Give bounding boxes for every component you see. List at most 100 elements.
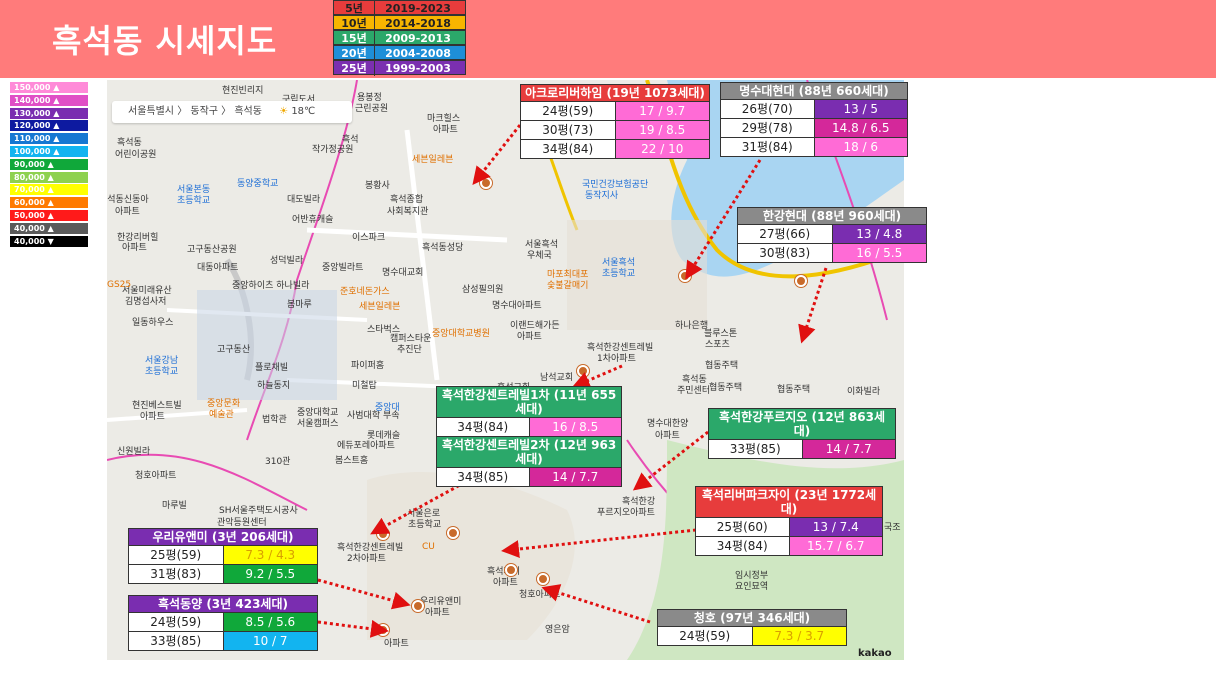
map-place-label[interactable]: 추진단: [397, 342, 422, 355]
complex-price-box[interactable]: 명수대현대 (88년 660세대) 26평(70) 13 / 5 29평(78) 14.…: [720, 82, 908, 157]
map-place-label[interactable]: 요인묘역: [735, 579, 768, 592]
map-place-label[interactable]: 국조: [884, 520, 901, 533]
map-place-label[interactable]: 봉황사: [365, 178, 390, 191]
map-place-label[interactable]: 중앙빌라트: [322, 260, 363, 273]
map-place-label[interactable]: 청호아파트: [135, 468, 176, 481]
complex-price-box[interactable]: 청호 (97년 346세대) 24평(59) 7.3 / 3.7: [657, 609, 847, 646]
map-place-label[interactable]: 삼성필의원: [462, 282, 503, 295]
map-place-label[interactable]: 협동주택: [777, 382, 810, 395]
map-place-label[interactable]: 주민센터: [677, 383, 710, 396]
map-poi-label[interactable]: 동양중학교: [237, 176, 278, 189]
complex-price-box[interactable]: 흑석리버파크자이 (23년 1772세대) 25평(60) 13 / 7.4 34평(…: [695, 486, 883, 556]
map-place-label[interactable]: 봄스트홈: [335, 453, 368, 466]
map-place-label[interactable]: 아파트: [425, 605, 450, 618]
map-place-label[interactable]: 사회복지관: [387, 204, 428, 217]
complex-price-box[interactable]: 흑석동양 (3년 423세대) 24평(59) 8.5 / 5.6 33평(85) 10…: [128, 595, 318, 651]
apartment-pin-icon[interactable]: [447, 527, 459, 539]
map-place-label[interactable]: 이스파크: [352, 230, 385, 243]
map-place-label[interactable]: 아파트: [493, 575, 518, 588]
map-place-label[interactable]: 서울캠퍼스: [297, 416, 338, 429]
apartment-pin-icon[interactable]: [537, 573, 549, 585]
complex-price-box[interactable]: 아크로리버하임 (19년 1073세대) 24평(59) 17 / 9.7 30평(7…: [520, 84, 710, 159]
map-place-label[interactable]: 아파트: [384, 636, 409, 649]
map-place-label[interactable]: 미철탑: [352, 378, 377, 391]
map-place-label[interactable]: 2차아파트: [347, 551, 386, 564]
map-store-label[interactable]: 중앙대학교병원: [432, 326, 490, 339]
map-place-label[interactable]: 아파트: [433, 122, 458, 135]
breadcrumb-dong[interactable]: 흑석동: [234, 106, 262, 117]
map-place-label[interactable]: 스포츠: [705, 337, 730, 350]
breadcrumb[interactable]: 서울특별시 〉 동작구 〉 흑석동 ☀ 18℃: [112, 101, 352, 123]
map-place-label[interactable]: 대도빌라: [287, 192, 320, 205]
complex-price-box[interactable]: 한강현대 (88년 960세대) 27평(66) 13 / 4.8 30평(83) 16…: [737, 207, 927, 263]
map-place-label[interactable]: 1차아파트: [597, 351, 636, 364]
map-place-label[interactable]: 하늘동지: [257, 378, 290, 391]
map-place-label[interactable]: 어린이공원: [115, 147, 156, 160]
apartment-pin-icon[interactable]: [480, 177, 492, 189]
map-place-label[interactable]: 성덕빌라: [270, 253, 303, 266]
map-place-label[interactable]: 법학관: [262, 412, 287, 425]
map-place-label[interactable]: 아파트: [140, 409, 165, 422]
map-place-label[interactable]: SH서울주택도시공사: [219, 503, 298, 516]
map-place-label[interactable]: 근린공원: [355, 101, 388, 114]
map-place-label[interactable]: 에듀포레아파트: [337, 438, 395, 451]
map-store-label[interactable]: 숯불갈매기: [547, 278, 588, 291]
map-place-label[interactable]: 초등학교: [408, 517, 441, 530]
map-store-label[interactable]: 예술관: [209, 407, 234, 420]
map-place-label[interactable]: 명수대교회: [382, 265, 423, 278]
map-place-label[interactable]: 플로채빌: [255, 360, 288, 373]
map-store-label[interactable]: 세븐일레븐: [412, 152, 453, 165]
map-place-label[interactable]: 청호아파트: [519, 587, 560, 600]
map-poi-label[interactable]: 동작지사: [585, 188, 618, 201]
map-place-label[interactable]: 고구동산: [217, 342, 250, 355]
apartment-pin-icon[interactable]: [577, 365, 589, 377]
complex-price-box[interactable]: 우리유앤미 (3년 206세대) 25평(59) 7.3 / 4.3 31평(83) 9…: [128, 528, 318, 584]
map-place-label[interactable]: 일동하우스: [132, 315, 173, 328]
map-place-label[interactable]: 협동주택: [705, 358, 738, 371]
map-place-label[interactable]: 남석교회: [540, 370, 573, 383]
apartment-pin-icon[interactable]: [377, 528, 389, 540]
apartment-pin-icon[interactable]: [412, 600, 424, 612]
map-place-label[interactable]: 아파트: [655, 428, 680, 441]
map-place-label[interactable]: 푸르지오아파트: [597, 505, 655, 518]
apartment-pin-icon[interactable]: [377, 624, 389, 636]
map-place-label[interactable]: 아파트: [115, 204, 140, 217]
map-place-label[interactable]: 현진빈리지: [222, 83, 263, 96]
map-place-label[interactable]: 명수대아파트: [492, 298, 542, 311]
apartment-pin-icon[interactable]: [679, 270, 691, 282]
map-place-label[interactable]: 이화빌라: [847, 384, 880, 397]
map-store-label[interactable]: CU: [422, 542, 435, 552]
map-place-label[interactable]: 신원빌라: [117, 444, 150, 457]
breadcrumb-gu[interactable]: 동작구: [190, 106, 218, 117]
complex-price-box[interactable]: 흑석한강푸르지오 (12년 863세대) 33평(85) 14 / 7.7: [708, 408, 896, 459]
breadcrumb-city[interactable]: 서울특별시: [128, 106, 174, 117]
apartment-pin-icon[interactable]: [505, 564, 517, 576]
map-place-label[interactable]: 봄마루: [287, 297, 312, 310]
map-poi-label[interactable]: 초등학교: [177, 193, 210, 206]
map-place-label[interactable]: 영은암: [545, 622, 570, 635]
complex-price-box[interactable]: 흑석한강센트레빌2차 (12년 963세대) 34평(85) 14 / 7.7: [436, 436, 622, 487]
map-poi-label[interactable]: 초등학교: [602, 266, 635, 279]
complex-price-box[interactable]: 흑석한강센트레빌1차 (11년 655세대) 34평(84) 16 / 8.5: [436, 386, 622, 437]
map-place-label[interactable]: 어반휴캐슬: [292, 212, 333, 225]
apartment-pin-icon[interactable]: [795, 275, 807, 287]
map-poi-label[interactable]: 초등학교: [145, 364, 178, 377]
map-place-label[interactable]: 작가정공원: [312, 142, 353, 155]
map-place-label[interactable]: 310관: [265, 454, 290, 467]
map-place-label[interactable]: 대동아파트: [197, 260, 238, 273]
map-place-label[interactable]: 협동주택: [709, 380, 742, 393]
map-store-label[interactable]: GS25: [107, 280, 131, 290]
map-poi-label[interactable]: 중앙대: [375, 400, 400, 413]
map-place-label[interactable]: 우체국: [527, 248, 552, 261]
map-place-label[interactable]: 파이퍼홈: [351, 358, 384, 371]
map-place-label[interactable]: 아파트: [517, 329, 542, 342]
map-place-label[interactable]: 중앙하이츠 하나빌라: [232, 278, 309, 291]
map-place-label[interactable]: 흑석동성당: [422, 240, 463, 253]
map-place-label[interactable]: 고구동산공원: [187, 242, 237, 255]
map-place-label[interactable]: 아파트: [122, 240, 147, 253]
map-store-label[interactable]: 세븐일레븐: [359, 299, 400, 312]
map-place-label[interactable]: 김명섭사저: [125, 294, 166, 307]
map-place-label[interactable]: 관악등원센터: [217, 515, 267, 528]
map-place-label[interactable]: 마루빌: [162, 498, 187, 511]
map-store-label[interactable]: 준호네돈가스: [340, 284, 390, 297]
